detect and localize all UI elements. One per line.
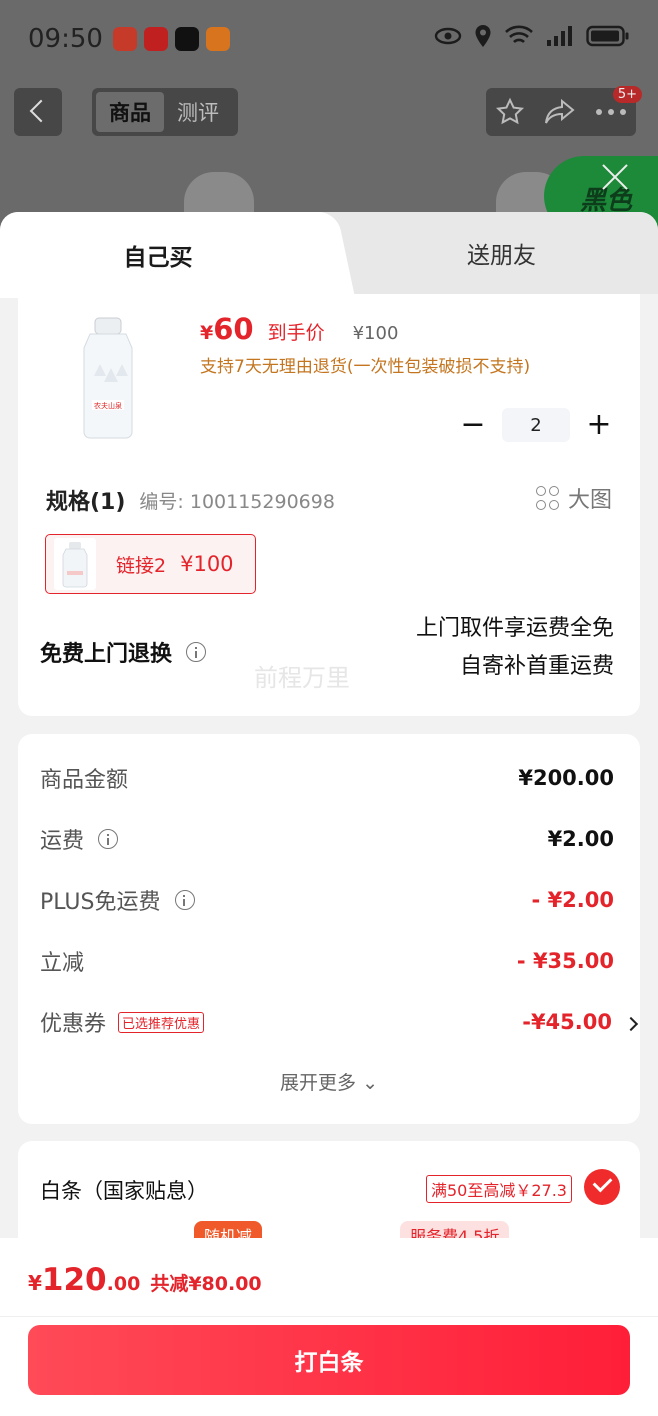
fee-label-shipping: 运费 <box>40 823 119 855</box>
close-icon[interactable] <box>598 160 632 194</box>
price-symbol: ¥ <box>200 322 214 344</box>
fee-value: - ¥35.00 <box>516 949 614 973</box>
info-icon[interactable] <box>98 829 119 849</box>
chevron-right-icon <box>623 1016 639 1032</box>
nav-actions: 5+ <box>486 86 642 136</box>
spec-option-thumbnail <box>54 538 96 590</box>
fee-value: -¥45.00 <box>522 1010 612 1034</box>
fee-row-instant-discount: 立减 - ¥35.00 <box>40 943 614 979</box>
price-row: ¥ 60 到手价 ¥100 <box>200 312 398 346</box>
increase-quantity-button[interactable]: + <box>584 410 614 440</box>
chevron-down-icon: ⌄ <box>362 1072 378 1094</box>
total-saved: 共减¥80.00 <box>150 1273 262 1295</box>
big-image-label: 大图 <box>567 488 612 513</box>
free-return-title: 免费上门退换 <box>40 636 207 668</box>
pay-baitiao-button[interactable]: 打白条 <box>28 1325 630 1395</box>
tab-gift-friend[interactable]: 送朋友 <box>345 212 658 294</box>
fee-breakdown-card: 商品金额 ¥200.00 运费 ¥2.00 PLUS免运费 - ¥2.00 立减… <box>18 734 640 1124</box>
payment-method-title: 白条（国家贴息） <box>40 1179 208 1203</box>
total-symbol: ¥ <box>28 1271 42 1295</box>
fee-value: ¥2.00 <box>547 827 614 851</box>
coupon-recommended-tag: 已选推荐优惠 <box>118 1011 205 1033</box>
info-icon[interactable] <box>174 890 195 910</box>
fee-label-plus: PLUS免运费 <box>40 884 195 916</box>
tiktok-icon <box>174 27 199 51</box>
free-return-title-label: 免费上门退换 <box>40 642 173 667</box>
product-tabs: 商品 测评 <box>92 88 238 136</box>
purchase-sheet: 自己买 送朋友 农夫山泉 ¥ 60 到手价 ¥100 支持7天无理由退货(一次性… <box>0 212 658 1416</box>
product-image: 农夫山泉 <box>83 317 133 439</box>
eye-icon <box>434 27 462 45</box>
total-integer: 120 <box>41 1262 107 1298</box>
return-policy-note: 支持7天无理由退货(一次性包装破损不支持) <box>200 357 531 377</box>
spec-option-selected[interactable]: 链接2 ¥100 <box>45 534 256 594</box>
grid-icon <box>535 486 560 510</box>
back-button[interactable] <box>14 88 62 136</box>
fee-value: - ¥2.00 <box>531 888 614 912</box>
spec-option-price: ¥100 <box>180 552 234 576</box>
checkout-bar: ¥ 120 .00 共减¥80.00 打白条 <box>0 1238 658 1416</box>
app-notification-icon <box>143 27 168 51</box>
expand-more-label: 展开更多 <box>280 1072 357 1094</box>
product-card: 农夫山泉 ¥ 60 到手价 ¥100 支持7天无理由退货(一次性包装破损不支持)… <box>18 294 640 716</box>
info-icon[interactable] <box>186 642 207 662</box>
location-icon <box>475 25 491 47</box>
message-badge: 5+ <box>612 86 642 103</box>
status-bar: 09:50 <box>0 0 658 78</box>
fee-label-coupon: 优惠券 已选推荐优惠 <box>40 1006 205 1038</box>
payment-promo-tag: 满50至高减￥27.3 <box>426 1175 572 1203</box>
divider <box>0 1316 658 1317</box>
battery-icon <box>586 25 629 47</box>
spec-header: 规格(1) 编号: 100115290698 大图 <box>46 484 612 516</box>
share-icon[interactable] <box>544 98 576 126</box>
app-notification-icon <box>112 27 137 51</box>
fee-row-coupon[interactable]: 优惠券 已选推荐优惠 -¥45.00 <box>40 1004 639 1040</box>
tab-product[interactable]: 商品 <box>96 92 164 132</box>
product-code: 编号: 100115290698 <box>139 490 335 513</box>
spec-title: 规格(1) <box>46 490 126 515</box>
free-return-description: 上门取件享运费全免 自寄补首重运费 <box>416 610 614 686</box>
status-icons <box>434 24 630 48</box>
fee-row-goods-amount: 商品金额 ¥200.00 <box>40 760 614 796</box>
fee-value: ¥200.00 <box>518 766 614 790</box>
fee-label: 商品金额 <box>40 768 129 793</box>
fee-value-coupon: -¥45.00 <box>522 1010 639 1034</box>
fee-label: 运费 <box>40 829 85 854</box>
tab-buy-self-label: 自己买 <box>123 245 193 271</box>
free-return-desc-line2: 自寄补首重运费 <box>459 654 614 679</box>
free-return-desc-line1: 上门取件享运费全免 <box>415 616 614 641</box>
more-icon[interactable] <box>595 108 627 116</box>
decrease-quantity-button[interactable]: − <box>458 410 488 440</box>
purchase-tabs: 自己买 送朋友 <box>0 212 658 298</box>
total-decimal: .00 <box>106 1273 141 1295</box>
fee-row-shipping: 运费 ¥2.00 <box>40 821 614 857</box>
quantity-stepper: − 2 + <box>458 408 614 442</box>
wifi-icon <box>505 25 533 44</box>
watermark: 前程万里 <box>254 664 350 692</box>
final-price: 60 <box>213 312 254 346</box>
bottle-label: 农夫山泉 <box>94 401 122 410</box>
spec-option-label: 链接2 <box>116 554 167 577</box>
fee-label: 优惠券 <box>40 1012 107 1037</box>
tab-buy-self[interactable]: 自己买 <box>0 212 340 298</box>
fee-label: PLUS免运费 <box>40 890 161 915</box>
quantity-input[interactable]: 2 <box>502 408 570 442</box>
star-icon[interactable] <box>495 97 525 127</box>
nav-bar: 商品 测评 5+ <box>14 86 644 138</box>
expand-more-button[interactable]: 展开更多 ⌄ <box>18 1068 640 1095</box>
big-image-toggle[interactable]: 大图 <box>535 482 612 514</box>
total-price: ¥ 120 .00 共减¥80.00 <box>28 1262 262 1298</box>
fee-label: 立减 <box>40 951 85 976</box>
app-notification-icon <box>205 27 230 51</box>
fee-row-plus-free-shipping: PLUS免运费 - ¥2.00 <box>40 882 614 918</box>
tab-review[interactable]: 测评 <box>164 92 232 132</box>
final-price-label: 到手价 <box>267 322 325 344</box>
original-price: ¥100 <box>352 323 399 344</box>
signal-icon <box>547 26 572 46</box>
status-time: 09:50 <box>28 24 103 54</box>
payment-selected-checkmark-icon[interactable] <box>584 1169 620 1205</box>
